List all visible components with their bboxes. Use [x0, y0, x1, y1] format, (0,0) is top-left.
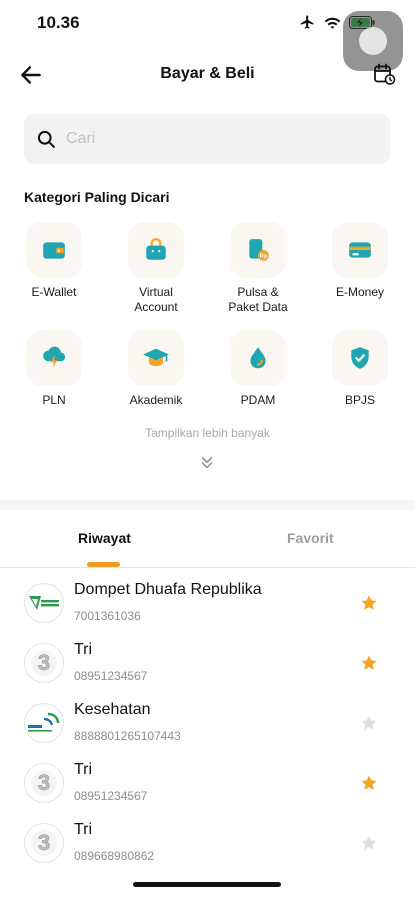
svg-text:3: 3 — [38, 830, 50, 855]
star-filled-icon[interactable] — [360, 654, 378, 672]
star-outline-icon[interactable] — [360, 714, 378, 732]
category-e-wallet[interactable]: E-Wallet — [4, 222, 104, 300]
list-item[interactable]: 3 Tri 089668980862 — [0, 812, 415, 872]
tri-logo: 3 — [24, 643, 64, 683]
list-item[interactable]: Dompet Dhuafa Republika 7001361036 — [0, 572, 415, 632]
section-divider — [0, 500, 415, 510]
category-label: PDAM — [240, 393, 276, 407]
tri-logo: 3 — [24, 823, 64, 863]
electricity-icon — [43, 346, 66, 368]
search-icon — [37, 130, 55, 148]
section-title: Kategori Paling Dicari — [24, 189, 170, 205]
tab-active-indicator — [87, 562, 120, 567]
page-title: Bayar & Beli — [160, 65, 255, 82]
category-label: BPJS — [344, 393, 375, 407]
wifi-icon — [324, 17, 341, 29]
star-outline-icon[interactable] — [360, 834, 378, 852]
history-name: Kesehatan — [74, 701, 151, 718]
category-label: E-Money — [335, 285, 385, 299]
category-label: E-Wallet — [31, 285, 77, 299]
water-drop-icon — [250, 347, 266, 369]
history-number: 8888801265107443 — [74, 729, 181, 743]
history-number: 089668980862 — [74, 849, 155, 863]
history-name: Dompet Dhuafa Republika — [74, 581, 262, 598]
category-label: Pulsa & Paket Data — [228, 285, 288, 314]
category-pln[interactable]: PLN — [4, 330, 104, 408]
home-indicator — [133, 882, 281, 887]
star-filled-icon[interactable] — [360, 774, 378, 792]
category-virtual-account[interactable]: Virtual Account — [106, 222, 206, 315]
star-filled-icon[interactable] — [360, 594, 378, 612]
status-time: 10.36 — [37, 13, 80, 32]
show-more-link[interactable]: Tampilkan lebih banyak — [0, 426, 415, 440]
category-pulsa-paket-data[interactable]: Rp Pulsa & Paket Data — [208, 222, 308, 315]
history-number: 08951234567 — [74, 669, 148, 683]
history-name: Tri — [74, 641, 93, 658]
category-label: Virtual Account — [134, 285, 178, 314]
category-bpjs[interactable]: BPJS — [310, 330, 410, 408]
list-item[interactable]: Kesehatan 8888801265107443 — [0, 692, 415, 752]
tab-riwayat[interactable]: Riwayat — [78, 530, 131, 546]
card-icon — [349, 242, 371, 258]
bpjs-logo — [24, 703, 64, 743]
category-akademik[interactable]: Akademik — [106, 330, 206, 408]
category-label: Akademik — [129, 393, 183, 407]
svg-text:3: 3 — [38, 650, 50, 675]
shield-check-icon — [351, 347, 369, 369]
history-number: 08951234567 — [74, 789, 148, 803]
history-name: Tri — [74, 821, 93, 838]
list-item[interactable]: 3 Tri 08951234567 — [0, 632, 415, 692]
category-pdam[interactable]: PDAM — [208, 330, 308, 408]
header: Bayar & Beli — [0, 56, 415, 94]
double-chevron-down-icon[interactable] — [198, 454, 216, 472]
svg-text:Rp: Rp — [260, 254, 268, 260]
search-input[interactable] — [66, 130, 366, 148]
airplane-mode-icon — [300, 15, 314, 29]
search-box[interactable] — [24, 114, 390, 164]
history-number: 7001361036 — [74, 609, 141, 623]
history-name: Tri — [74, 761, 93, 778]
calendar-clock-icon[interactable] — [372, 62, 396, 86]
category-label: PLN — [42, 393, 66, 407]
dompet-dhuafa-logo — [24, 583, 64, 623]
shopping-bag-icon — [146, 238, 166, 260]
tab-favorit[interactable]: Favorit — [287, 530, 334, 546]
wallet-icon — [43, 242, 65, 259]
list-item[interactable]: 3 Tri 08951234567 — [0, 752, 415, 812]
graduation-cap-icon — [143, 348, 169, 367]
history-tabs: Riwayat Favorit — [0, 510, 415, 568]
tri-logo: 3 — [24, 763, 64, 803]
phone-credit-icon: Rp — [249, 239, 269, 261]
svg-text:3: 3 — [38, 770, 50, 795]
category-e-money[interactable]: E-Money — [310, 222, 410, 300]
